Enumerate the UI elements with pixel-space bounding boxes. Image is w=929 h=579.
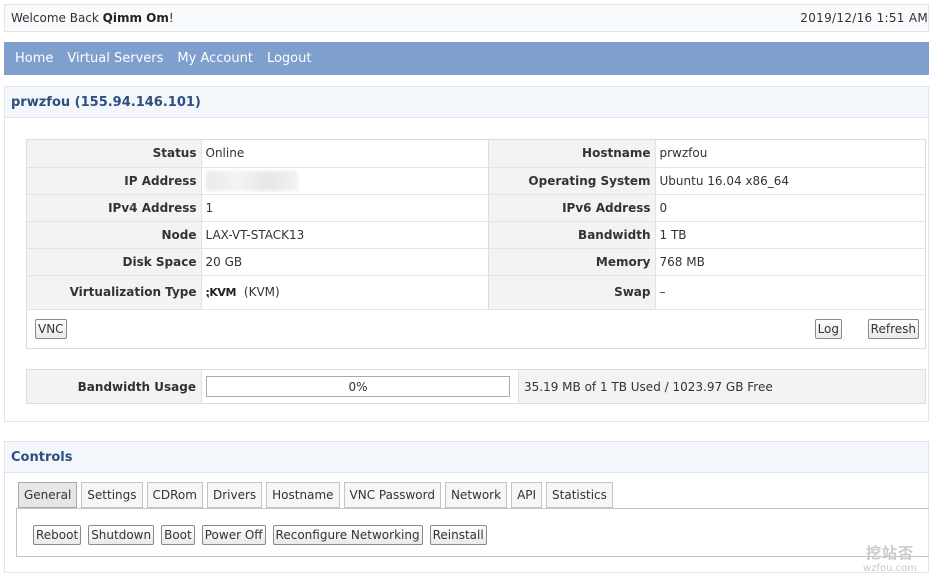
general-tab-panel: Reboot Shutdown Boot Power Off Reconfigu… bbox=[16, 508, 929, 557]
nav-my-account[interactable]: My Account bbox=[177, 51, 253, 66]
shutdown-button[interactable]: Shutdown bbox=[88, 525, 155, 545]
status-value: Online bbox=[201, 140, 489, 168]
server-panel: prwzfou (155.94.146.101) Status Online H… bbox=[4, 86, 929, 422]
tab-vnc-password[interactable]: VNC Password bbox=[343, 482, 441, 508]
node-label: Node bbox=[27, 221, 202, 249]
tab-api[interactable]: API bbox=[511, 482, 543, 508]
hostname-label: Hostname bbox=[488, 140, 656, 168]
nav-home[interactable]: Home bbox=[15, 51, 53, 66]
main-nav: Home Virtual Servers My Account Logout bbox=[4, 42, 929, 75]
vnc-button[interactable]: VNC bbox=[35, 318, 67, 339]
virtualization-value: ⁏KVM (KVM) bbox=[201, 275, 489, 310]
server-title: prwzfou (155.94.146.101) bbox=[5, 87, 928, 118]
boot-button[interactable]: Boot bbox=[161, 525, 195, 545]
current-datetime: 2019/12/16 1:51 AM bbox=[800, 11, 928, 25]
bandwidth-bar-cell: 0% bbox=[202, 370, 519, 403]
bandwidth-percent: 0% bbox=[348, 379, 368, 394]
reinstall-button[interactable]: Reinstall bbox=[429, 525, 487, 545]
log-button[interactable]: Log bbox=[814, 318, 842, 339]
ipv6-value: 0 bbox=[655, 194, 925, 222]
server-info-table: Status Online Hostname prwzfou IP Addres… bbox=[26, 139, 926, 349]
refresh-button[interactable]: Refresh bbox=[867, 318, 919, 339]
tab-network[interactable]: Network bbox=[444, 482, 508, 508]
table-row: IPv4 Address 1 IPv6 Address 0 bbox=[27, 194, 925, 222]
nav-logout[interactable]: Logout bbox=[267, 51, 312, 66]
redacted-ip bbox=[205, 170, 298, 191]
table-row: IP Address Operating System Ubuntu 16.04… bbox=[27, 167, 925, 195]
welcome-suffix: ! bbox=[168, 11, 174, 25]
memory-value: 768 MB bbox=[655, 248, 925, 276]
table-row: Virtualization Type ⁏KVM (KVM) Swap – bbox=[27, 275, 925, 310]
node-value: LAX-VT-STACK13 bbox=[201, 221, 489, 249]
server-button-row: VNC Log Refresh bbox=[27, 310, 925, 348]
bandwidth-usage-row: Bandwidth Usage 0% 35.19 MB of 1 TB Used… bbox=[26, 369, 926, 404]
tab-drivers[interactable]: Drivers bbox=[206, 482, 263, 508]
controls-title: Controls bbox=[5, 442, 928, 473]
watermark-cn: 挖站否 bbox=[866, 544, 915, 562]
welcome-message: Welcome Back Qimm Om! bbox=[11, 11, 174, 25]
nav-virtual-servers[interactable]: Virtual Servers bbox=[67, 51, 163, 66]
reconfigure-networking-button[interactable]: Reconfigure Networking bbox=[272, 525, 423, 545]
kvm-logo-text: KVM bbox=[209, 286, 236, 299]
ip-address-label: IP Address bbox=[27, 167, 202, 195]
username: Qimm Om bbox=[102, 11, 169, 25]
bandwidth-progress-bar: 0% bbox=[206, 376, 510, 397]
bandwidth-usage-label: Bandwidth Usage bbox=[27, 370, 202, 403]
swap-value: – bbox=[655, 275, 925, 310]
table-row: Status Online Hostname prwzfou bbox=[27, 140, 925, 168]
table-row: Node LAX-VT-STACK13 Bandwidth 1 TB bbox=[27, 221, 925, 249]
swap-label: Swap bbox=[488, 275, 656, 310]
os-label: Operating System bbox=[488, 167, 656, 195]
watermark: 挖站否 wzfou.com bbox=[863, 542, 917, 574]
tab-hostname[interactable]: Hostname bbox=[266, 482, 340, 508]
ipv4-label: IPv4 Address bbox=[27, 194, 202, 222]
disk-space-value: 20 GB bbox=[201, 248, 489, 276]
watermark-en: wzfou.com bbox=[863, 563, 917, 574]
table-row: Disk Space 20 GB Memory 768 MB bbox=[27, 248, 925, 276]
tab-settings[interactable]: Settings bbox=[81, 482, 143, 508]
status-label: Status bbox=[27, 140, 202, 168]
controls-panel: Controls General Settings CDRom Drivers … bbox=[4, 441, 929, 573]
bandwidth-label: Bandwidth bbox=[488, 221, 656, 249]
ipv6-label: IPv6 Address bbox=[488, 194, 656, 222]
bandwidth-value: 1 TB bbox=[655, 221, 925, 249]
ipv4-value: 1 bbox=[201, 194, 489, 222]
control-buttons: Reboot Shutdown Boot Power Off Reconfigu… bbox=[33, 525, 494, 545]
power-off-button[interactable]: Power Off bbox=[201, 525, 266, 545]
disk-space-label: Disk Space bbox=[27, 248, 202, 276]
ip-address-value bbox=[201, 167, 489, 195]
tab-statistics[interactable]: Statistics bbox=[546, 482, 613, 508]
kvm-logo-icon: ⁏KVM bbox=[205, 286, 237, 299]
virtualization-label: Virtualization Type bbox=[27, 275, 202, 310]
os-value: Ubuntu 16.04 x86_64 bbox=[655, 167, 925, 195]
hostname-value: prwzfou bbox=[655, 140, 925, 168]
memory-label: Memory bbox=[488, 248, 656, 276]
bandwidth-summary: 35.19 MB of 1 TB Used / 1023.97 GB Free bbox=[519, 370, 925, 403]
tab-cdrom[interactable]: CDRom bbox=[146, 482, 203, 508]
virtualization-type: (KVM) bbox=[243, 285, 280, 299]
reboot-button[interactable]: Reboot bbox=[33, 525, 82, 545]
welcome-bar: Welcome Back Qimm Om! 2019/12/16 1:51 AM bbox=[4, 4, 929, 32]
tab-general[interactable]: General bbox=[18, 482, 78, 508]
welcome-prefix: Welcome Back bbox=[11, 11, 103, 25]
controls-tabs: General Settings CDRom Drivers Hostname … bbox=[18, 482, 617, 508]
